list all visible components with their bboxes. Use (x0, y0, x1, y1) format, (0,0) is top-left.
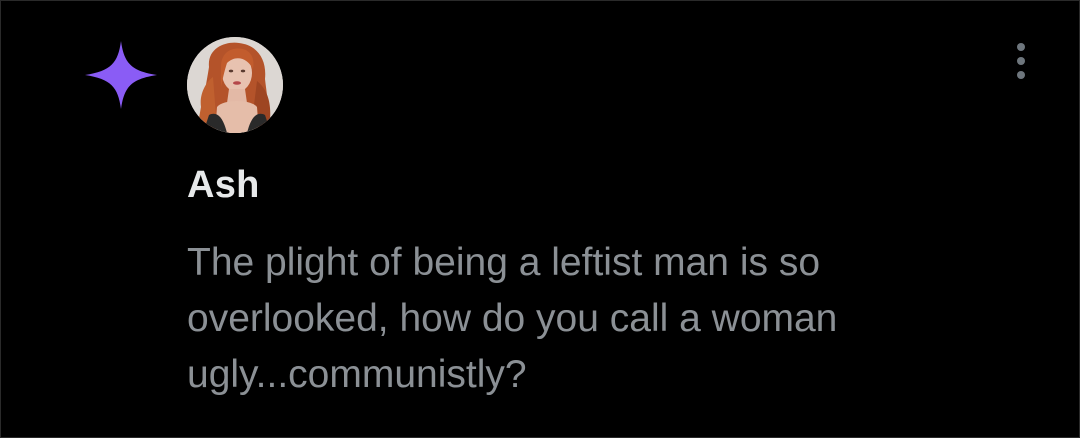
avatar-image (187, 37, 283, 133)
sparkle-icon (85, 41, 157, 109)
dot-icon (1017, 43, 1025, 51)
dot-icon (1017, 57, 1025, 65)
avatar[interactable] (187, 37, 283, 133)
more-options-button[interactable] (1013, 43, 1029, 83)
dot-icon (1017, 71, 1025, 79)
post-text: The plight of being a leftist man is so … (187, 241, 838, 396)
post-card: Ash The plight of being a leftist man is… (0, 0, 1080, 438)
username[interactable]: Ash (187, 163, 260, 207)
